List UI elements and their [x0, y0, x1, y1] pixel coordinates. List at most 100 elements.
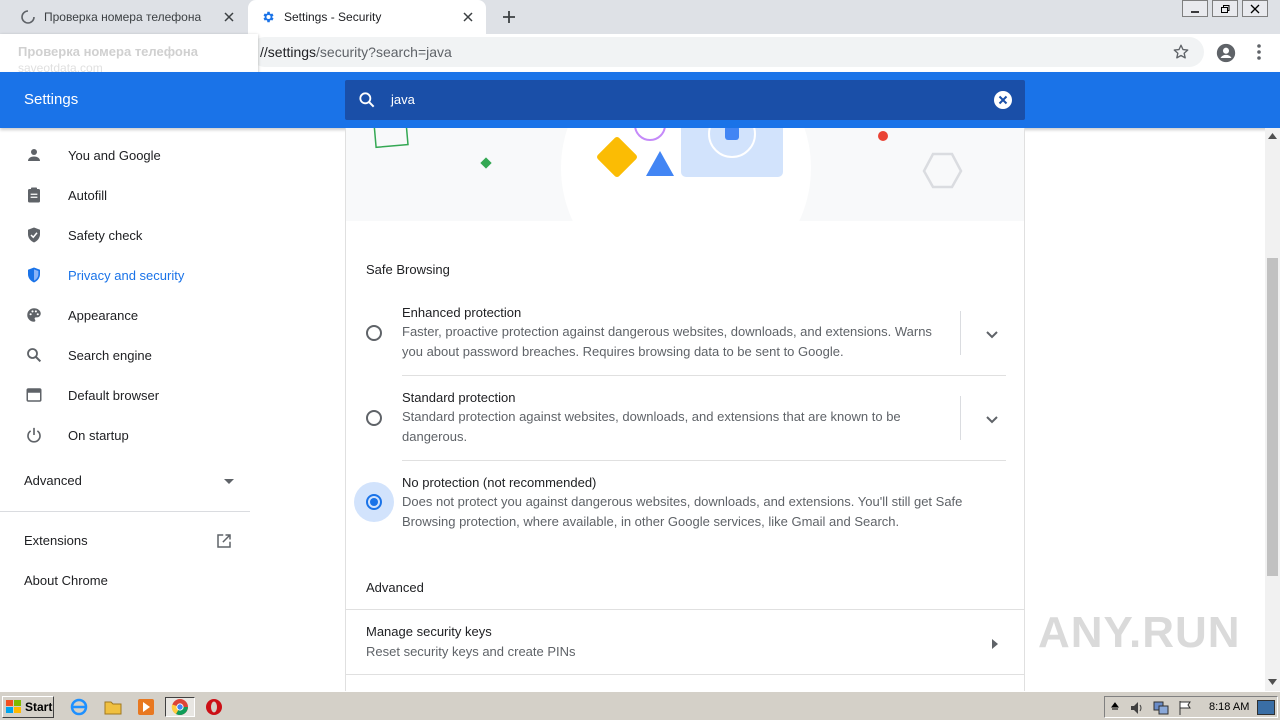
address-host: //settings	[260, 44, 317, 60]
no-protection-radio[interactable]	[366, 494, 382, 510]
row-divider	[402, 460, 1006, 461]
tab-phone-check[interactable]: Проверка номера телефона	[0, 0, 247, 34]
sidebar-item-label: On startup	[68, 427, 129, 443]
start-button[interactable]: Start	[2, 696, 54, 718]
search-icon	[357, 90, 377, 113]
sidebar-advanced-label: Advanced	[24, 473, 82, 488]
safe-browsing-heading: Safe Browsing	[366, 262, 450, 277]
clipboard-icon	[24, 185, 44, 205]
sidebar-item-label: Appearance	[68, 307, 139, 323]
sidebar-item-autofill[interactable]: Autofill	[0, 175, 256, 215]
sidebar-item-extensions[interactable]: Extensions	[24, 533, 88, 548]
show-desktop-icon[interactable]	[1257, 700, 1275, 715]
media-player-icon[interactable]	[134, 697, 158, 717]
address-text: //settings/security?search=java	[260, 44, 452, 60]
option-title: No protection (not recommended)	[402, 475, 597, 490]
sidebar-item-label: Search engine	[68, 347, 152, 363]
tab-title: Проверка номера телефона	[44, 10, 202, 24]
scroll-down-arrow-icon	[1268, 679, 1277, 685]
system-tray: 8:18 AM	[1104, 696, 1278, 718]
sidebar-item-label: Safety check	[68, 227, 143, 243]
settings-main-card: Safe Browsing Enhanced protection Faster…	[345, 128, 1025, 691]
tab-title: Settings - Security	[284, 10, 382, 24]
row-divider	[402, 375, 1006, 376]
network-icon	[1153, 701, 1169, 715]
power-icon	[24, 425, 44, 445]
shield-check-icon	[24, 225, 44, 245]
security-keys-title: Manage security keys	[366, 624, 492, 639]
standard-protection-radio[interactable]	[366, 410, 382, 426]
enhanced-protection-radio[interactable]	[366, 325, 382, 341]
security-keys-subtitle: Reset security keys and create PINs	[366, 644, 576, 659]
file-explorer-icon[interactable]	[101, 697, 125, 717]
sidebar-item-safety-check[interactable]: Safety check	[0, 215, 256, 255]
sidebar-item-about-chrome[interactable]: About Chrome	[24, 573, 108, 588]
bookmark-star-icon[interactable]	[1172, 43, 1190, 64]
caret-down-icon	[224, 473, 234, 488]
close-tab-icon[interactable]	[219, 7, 239, 27]
chevron-down-icon[interactable]	[986, 327, 998, 342]
browser-icon	[24, 385, 44, 405]
address-bar[interactable]: //settings/security?search=java	[250, 37, 1204, 67]
scrollbar-thumb[interactable]	[1267, 258, 1278, 576]
tray-expand-icon	[1111, 702, 1119, 710]
option-description: Standard protection against websites, do…	[402, 409, 901, 444]
sidebar-item-label: Privacy and security	[68, 267, 185, 283]
arrow-right-icon	[992, 637, 998, 652]
gear-icon	[260, 9, 276, 25]
sidebar-item-you-and-google[interactable]: You and Google	[0, 135, 256, 175]
option-description: Faster, proactive protection against dan…	[402, 324, 932, 359]
tab-settings-security[interactable]: Settings - Security	[248, 0, 486, 34]
settings-sidebar: You and Google Autofill Safety check Pri…	[0, 128, 256, 691]
chevron-down-icon[interactable]	[986, 412, 998, 427]
scroll-up-arrow-icon	[1268, 133, 1277, 139]
option-description: Does not protect you against dangerous w…	[402, 494, 963, 529]
hover-card-title: Проверка номера телефона	[18, 44, 198, 59]
sidebar-item-on-startup[interactable]: On startup	[0, 415, 256, 455]
row-separator	[960, 311, 961, 355]
row-separator	[960, 396, 961, 440]
safety-banner-illustration	[346, 128, 1024, 221]
minimize-button[interactable]	[1182, 0, 1208, 17]
new-tab-button[interactable]	[496, 5, 522, 29]
open-in-new-icon[interactable]	[215, 532, 233, 553]
sidebar-item-default-browser[interactable]: Default browser	[0, 375, 256, 415]
sidebar-item-label: Default browser	[68, 387, 160, 403]
sidebar-item-search-engine[interactable]: Search engine	[0, 335, 256, 375]
start-label: Start	[25, 700, 53, 714]
restore-button[interactable]	[1212, 0, 1238, 17]
address-path: /security?search=java	[316, 44, 452, 60]
taskbar-clock: 8:18 AM	[1209, 701, 1250, 713]
sidebar-advanced-toggle[interactable]: Advanced	[24, 473, 234, 488]
palette-icon	[24, 305, 44, 325]
menu-dots-icon[interactable]	[1252, 42, 1266, 65]
option-title: Standard protection	[402, 390, 516, 405]
sidebar-item-label: Autofill	[68, 187, 108, 203]
anyrun-watermark: ANY.RUN	[1038, 608, 1241, 657]
manage-security-keys-row[interactable]: Manage security keys Reset security keys…	[346, 610, 1024, 674]
loading-spinner-icon	[20, 9, 36, 25]
shield-icon	[24, 265, 44, 285]
sidebar-item-label: You and Google	[68, 147, 161, 163]
profile-icon[interactable]	[1215, 42, 1237, 67]
close-window-button[interactable]	[1242, 0, 1268, 17]
settings-title: Settings	[24, 91, 79, 108]
chrome-taskbar-icon[interactable]	[165, 697, 195, 717]
sidebar-item-appearance[interactable]: Appearance	[0, 295, 256, 335]
action-center-flag-icon	[1179, 701, 1191, 715]
clear-search-icon[interactable]	[993, 90, 1013, 113]
opera-icon[interactable]	[202, 697, 226, 717]
volume-icon	[1131, 702, 1142, 714]
page-scrollbar[interactable]	[1265, 128, 1280, 691]
close-tab-icon[interactable]	[458, 7, 478, 27]
search-input[interactable]: java	[391, 92, 415, 107]
option-title: Enhanced protection	[402, 305, 522, 320]
search-icon	[24, 345, 44, 365]
windows-logo-icon	[6, 700, 21, 713]
window-controls	[1178, 0, 1268, 18]
internet-explorer-icon[interactable]	[67, 697, 91, 717]
settings-header: Settings java	[0, 72, 1280, 128]
settings-search-box[interactable]: java	[345, 80, 1025, 120]
sidebar-divider	[0, 511, 250, 512]
sidebar-item-privacy-and-security[interactable]: Privacy and security	[0, 255, 256, 295]
